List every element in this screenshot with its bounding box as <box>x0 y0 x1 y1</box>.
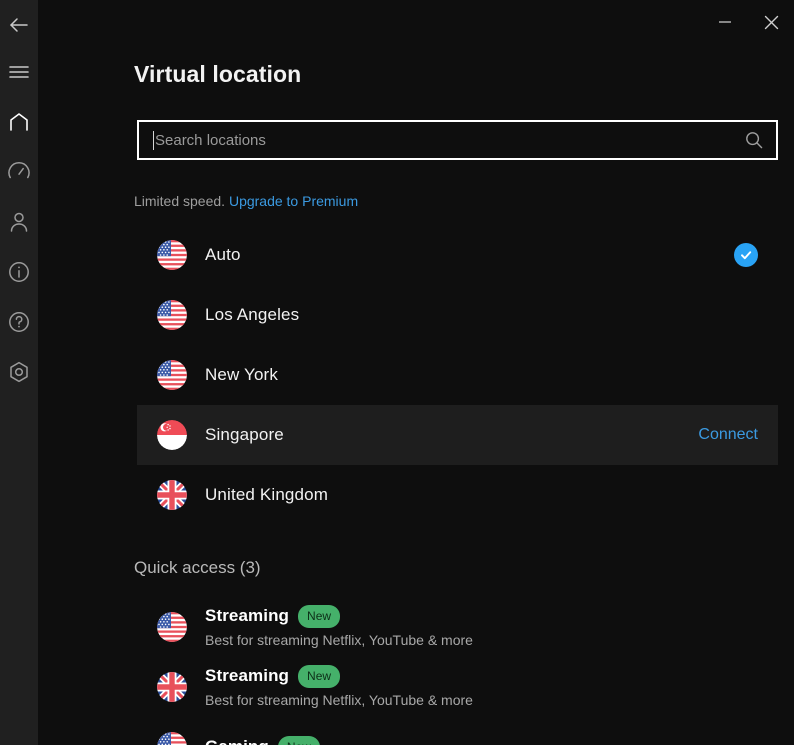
close-button[interactable] <box>748 0 794 44</box>
left-sidebar <box>0 0 38 745</box>
location-row[interactable]: Auto <box>137 225 778 285</box>
limited-speed-text: Limited speed. <box>134 193 226 209</box>
app-window: Virtual location Limited speed. Upgrade … <box>0 0 794 745</box>
upgrade-to-premium-link[interactable]: Upgrade to Premium <box>229 193 358 209</box>
location-name: New York <box>205 365 279 384</box>
minimize-button[interactable] <box>702 0 748 44</box>
speedometer-icon[interactable] <box>0 153 38 191</box>
info-circle-icon[interactable] <box>0 253 38 291</box>
flag-icon-us <box>157 300 187 330</box>
quick-access-list: Streaming New Best for streaming Netflix, … <box>137 597 778 745</box>
selected-check-icon <box>734 243 758 267</box>
quick-access-text: Streaming New Best for streaming Netflix, … <box>205 664 473 709</box>
search-icon[interactable] <box>742 128 766 152</box>
location-row[interactable]: United Kingdom <box>137 465 778 525</box>
flag-icon-gb <box>157 672 187 702</box>
quick-access-row[interactable]: Streaming New Best for streaming Netflix, … <box>137 597 778 657</box>
main-panel: Virtual location Limited speed. Upgrade … <box>38 0 794 745</box>
quick-access-name: Gaming <box>205 737 269 745</box>
quick-access-title: Quick access (3) <box>134 558 261 577</box>
menu-icon[interactable] <box>0 53 38 91</box>
quick-access-heading: Streaming New <box>205 604 473 628</box>
quick-access-name: Streaming <box>205 666 290 685</box>
new-badge: New <box>298 604 341 628</box>
window-controls <box>702 0 794 44</box>
quick-access-row[interactable]: Streaming New Best for streaming Netflix, … <box>137 657 778 717</box>
quick-access-heading: Streaming New <box>205 664 473 688</box>
new-badge: New <box>277 735 320 745</box>
location-name: Los Angeles <box>205 305 300 324</box>
home-icon[interactable] <box>0 103 38 141</box>
search-input[interactable] <box>154 122 742 158</box>
search-box[interactable] <box>137 120 778 160</box>
quick-access-text: Gaming New <box>205 735 320 745</box>
location-name: Auto <box>205 245 241 264</box>
connect-button[interactable]: Connect <box>698 426 758 444</box>
quick-access-name: Streaming <box>205 606 290 625</box>
flag-icon-us <box>157 360 187 390</box>
page-title: Virtual location <box>134 61 302 87</box>
location-row[interactable]: Los Angeles <box>137 285 778 345</box>
quick-access-description: Best for streaming Netflix, YouTube & mo… <box>205 632 473 648</box>
gear-hex-icon[interactable] <box>0 353 38 391</box>
location-row[interactable]: Singapore Connect <box>137 405 778 465</box>
back-arrow-icon[interactable] <box>0 6 38 44</box>
new-badge: New <box>298 664 341 688</box>
quick-access-heading: Gaming New <box>205 735 320 745</box>
location-name: Singapore <box>205 425 284 444</box>
location-row[interactable]: New York <box>137 345 778 405</box>
location-list: Auto Los Angeles New York Singapore Connect U… <box>137 225 778 525</box>
quick-access-row[interactable]: Gaming New <box>137 717 778 745</box>
location-name: United Kingdom <box>205 485 329 504</box>
quick-access-description: Best for streaming Netflix, YouTube & mo… <box>205 692 473 708</box>
flag-icon-us <box>157 240 187 270</box>
limited-speed-notice: Limited speed. Upgrade to Premium <box>134 192 358 210</box>
quick-access-text: Streaming New Best for streaming Netflix, … <box>205 604 473 649</box>
person-icon[interactable] <box>0 203 38 241</box>
flag-icon-gb <box>157 480 187 510</box>
flag-icon-sg <box>157 420 187 450</box>
flag-icon-us <box>157 612 187 642</box>
question-circle-icon[interactable] <box>0 303 38 341</box>
flag-icon-us <box>157 732 187 745</box>
